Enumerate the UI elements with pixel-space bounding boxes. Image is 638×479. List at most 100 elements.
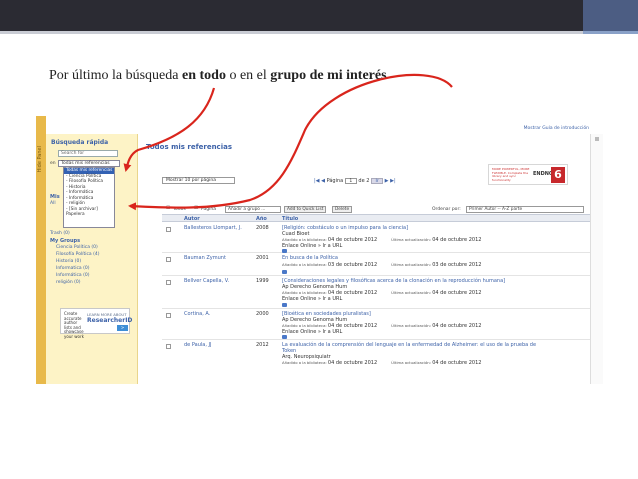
header-rule [0, 31, 638, 34]
caption-bold-all: en todo [182, 68, 226, 83]
row-checkbox[interactable] [166, 344, 171, 349]
quick-search-panel: Búsqueda rápida Search for en Todas mis … [46, 134, 138, 384]
sidebar-group-item[interactable]: religión (0) [56, 280, 81, 285]
row-dates: Añadido a la biblioteca: 04 de octubre 2… [282, 360, 481, 366]
sidebar-trash-link[interactable]: Trash (0) [50, 231, 70, 236]
table-row[interactable]: Ballesteros Llompart, J. 2008 [Religión:… [162, 223, 590, 253]
folder-icon[interactable] [282, 303, 287, 307]
caption-middle: o en el [225, 68, 271, 83]
header-accent-block [583, 0, 638, 31]
column-title[interactable]: Título [282, 216, 298, 222]
researcherid-ad[interactable]: Create accurate author lists and showcas… [60, 308, 133, 338]
slide-header-bar [0, 0, 638, 34]
search-in-label: en [50, 161, 56, 166]
sidebar-group-item[interactable]: Informatica (0) [56, 266, 89, 271]
row-title[interactable]: En busca de la Política [282, 255, 338, 261]
online-link[interactable]: Enlace Online » Ir a URL [282, 243, 342, 249]
go-page-button[interactable]: Ir [371, 178, 384, 184]
row-title[interactable]: La evaluación de la comprensión del leng… [282, 342, 536, 348]
researcherid-create-text: Create accurate author lists and showcas… [64, 311, 84, 339]
updated-date: 03 de octubre 2012 [432, 262, 482, 268]
researcherid-go-button[interactable]: > [117, 325, 128, 331]
added-date: 04 de octubre 2012 [327, 360, 378, 366]
table-row[interactable]: Bellver Capella, V. 1999 [Consideracione… [162, 276, 590, 309]
row-author[interactable]: Bauman Zymunt [184, 255, 226, 261]
page-title: Todos mis referencias [146, 143, 232, 151]
search-scope-dropdown[interactable]: Todas mis referencias - Ciencia Política… [63, 167, 115, 228]
added-label: Añadido a la biblioteca: [282, 237, 327, 242]
intro-guide-link[interactable]: Mostrar Guía de introducción [524, 126, 589, 131]
online-link[interactable]: Enlace Online » Ir a URL [282, 329, 342, 335]
add-quick-list-button[interactable]: Add to Quick List [284, 206, 327, 213]
my-groups-header[interactable]: My Groups [50, 238, 80, 244]
select-page-checkbox[interactable]: ☐ [194, 206, 198, 211]
first-page-icon[interactable]: |◀ [314, 178, 320, 184]
sidebar-group-item[interactable]: Filosofía Política (4) [56, 252, 100, 257]
dropdown-option[interactable]: Todas mis referencias [64, 168, 114, 174]
folder-icon[interactable] [282, 335, 287, 339]
select-page-label: Página [201, 207, 216, 212]
row-checkbox[interactable] [166, 227, 171, 232]
updated-label: Última actualización: [391, 323, 431, 328]
table-row[interactable]: de Paula, JJ 2012 La evaluación de la co… [162, 340, 590, 384]
search-scope-select[interactable]: Todas mis referencias [58, 160, 120, 167]
column-year[interactable]: Año [256, 216, 267, 222]
dropdown-option[interactable]: Papelera [64, 212, 114, 218]
sidebar-group-item[interactable]: Historia (0) [56, 259, 81, 264]
delete-button[interactable]: Delete [332, 206, 353, 213]
endnote-ad[interactable]: MORE POWERFUL, MORE FLEXIBLE. Complete t… [488, 164, 568, 185]
sidebar-all-link[interactable]: All [50, 201, 56, 206]
sidebar-group-item[interactable]: Ciencia Política (0) [56, 245, 98, 250]
hide-panel-stripe[interactable]: Hide Panel [36, 116, 46, 384]
column-author[interactable]: Autor [184, 216, 200, 222]
updated-label: Última actualización: [391, 237, 431, 242]
online-link[interactable]: Enlace Online » Ir a URL [282, 296, 342, 302]
quick-search-title: Búsqueda rápida [51, 139, 109, 146]
sidebar-group-item[interactable]: Informática (0) [56, 273, 89, 278]
table-row[interactable]: Bauman Zymunt 2001 En busca de la Políti… [162, 253, 590, 276]
per-page-select[interactable]: Mostrar 10 por página [162, 177, 235, 184]
next-page-icon[interactable]: ▶ [385, 178, 389, 184]
select-all-checkbox[interactable]: ☐ [166, 206, 170, 211]
row-author[interactable]: Cortina, A. [184, 311, 210, 317]
added-label: Añadido a la biblioteca: [282, 323, 327, 328]
header-accent-rule [583, 31, 638, 34]
row-author[interactable]: de Paula, JJ [184, 342, 211, 348]
row-checkbox[interactable] [166, 280, 171, 285]
scroll-marker [595, 137, 599, 141]
endnote-ad-tagline: MORE POWERFUL, MORE FLEXIBLE. Complete t… [492, 167, 530, 182]
references-main: Todos mis referencias MORE POWERFUL, MOR… [138, 134, 590, 384]
row-checkbox[interactable] [166, 313, 171, 318]
researcherid-brand: ResearcherID [87, 317, 133, 324]
slide: Por último la búsqueda en todo o en el g… [0, 0, 638, 479]
slide-caption: Por último la búsqueda en todo o en el g… [49, 68, 387, 84]
references-toolbar: ☐ Todos ☐ Página Añadir a grupo ... Add … [162, 206, 590, 214]
prev-page-icon[interactable]: ◀ [321, 178, 325, 184]
updated-label: Última actualización: [391, 360, 431, 365]
add-to-group-select[interactable]: Añadir a grupo ... [225, 206, 281, 213]
added-label: Añadido a la biblioteca: [282, 262, 327, 267]
row-author[interactable]: Bellver Capella, V. [184, 278, 229, 284]
row-year: 2012 [256, 342, 269, 348]
last-page-icon[interactable]: ▶| [390, 178, 396, 184]
top-strip: Mostrar Guía de introducción [138, 126, 603, 134]
caption-bold-group: grupo de mi interés [270, 68, 387, 83]
search-input[interactable]: Search for [58, 150, 118, 157]
sort-select[interactable]: Primer Autor -- A-Z parte [466, 206, 584, 213]
row-checkbox[interactable] [166, 257, 171, 262]
caption-prefix: Por último la búsqueda [49, 68, 182, 83]
sidebar-mis-header: Mis [50, 194, 60, 200]
added-label: Añadido a la biblioteca: [282, 360, 327, 365]
right-scroll-strip[interactable] [590, 134, 603, 384]
row-year: 2008 [256, 225, 269, 231]
page-input[interactable]: 1 [344, 178, 357, 184]
folder-icon[interactable] [282, 270, 287, 274]
row-dates: Añadido a la biblioteca: 03 de octubre 2… [282, 262, 481, 268]
sort-label: Ordenar por: [432, 207, 461, 212]
endnote-ad-version: 6 [551, 167, 565, 183]
table-row[interactable]: Cortina, A. 2000 [Bioética en sociedades… [162, 309, 590, 340]
updated-date: 04 de octubre 2012 [432, 323, 482, 329]
row-author[interactable]: Ballesteros Llompart, J. [184, 225, 242, 231]
row-year: 2001 [256, 255, 269, 261]
row-year: 1999 [256, 278, 269, 284]
